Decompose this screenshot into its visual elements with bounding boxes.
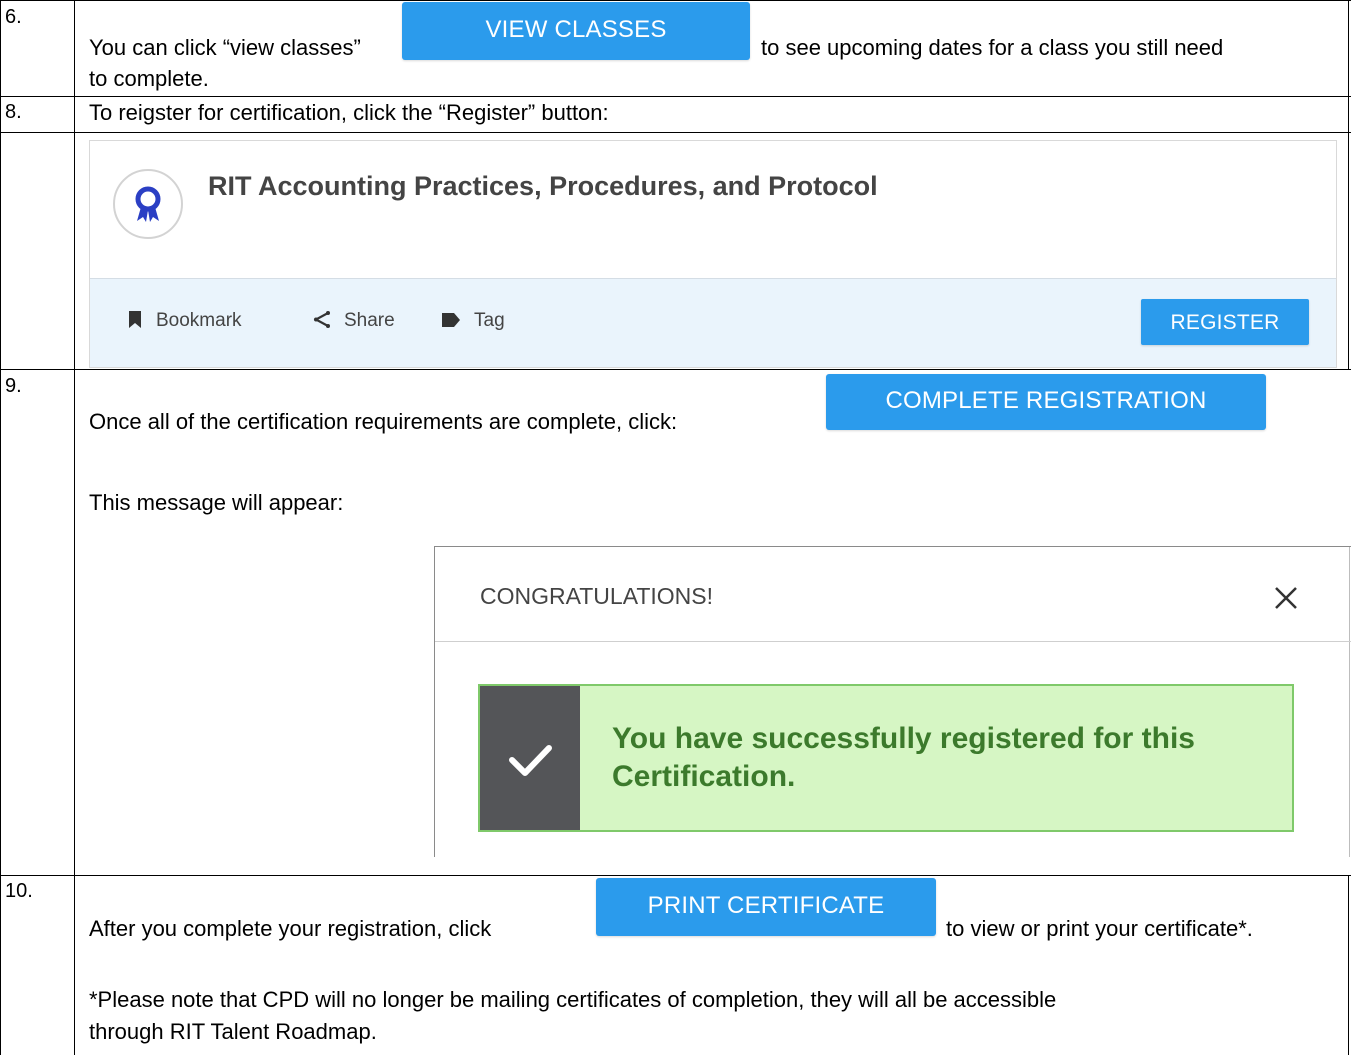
success-message: You have successfully registered for thi… (612, 720, 1195, 796)
button-label: REGISTER (1170, 311, 1280, 334)
step-text: To reigster for certification, click the… (89, 100, 609, 125)
step-number: 10. (5, 880, 33, 902)
register-button[interactable]: REGISTER (1141, 299, 1309, 345)
table-border-right (1348, 875, 1349, 1055)
row-divider (0, 96, 1351, 97)
complete-registration-button[interactable]: COMPLETE REGISTRATION (826, 374, 1266, 430)
print-certificate-button[interactable]: PRINT CERTIFICATE (596, 878, 936, 936)
column-divider (74, 0, 75, 1055)
table-border-top (0, 0, 1351, 1)
bookmark-action[interactable]: Bookmark (128, 310, 242, 332)
tag-icon (442, 313, 460, 327)
button-label: COMPLETE REGISTRATION (885, 387, 1207, 414)
row-divider (0, 875, 1351, 876)
close-icon[interactable] (1271, 583, 1301, 613)
certification-title: RIT Accounting Practices, Procedures, an… (208, 171, 878, 201)
table-border-left (0, 0, 1, 1055)
step-text: This message will appear: (89, 490, 344, 515)
button-label: VIEW CLASSES (485, 16, 667, 43)
step-number: 6. (5, 6, 22, 28)
dialog-border (1349, 547, 1350, 857)
success-message-line: Certification. (612, 760, 796, 793)
certification-ribbon-icon (113, 169, 183, 239)
step-text: Once all of the certification requiremen… (89, 409, 678, 434)
bookmark-icon (129, 311, 141, 328)
step-number: 8. (5, 101, 22, 123)
button-label: PRINT CERTIFICATE (647, 892, 885, 919)
step-note: through RIT Talent Roadmap. (89, 1019, 377, 1044)
dialog-divider (435, 641, 1351, 642)
instruction-table: 6. You can click “view classes” VIEW CLA… (0, 0, 1351, 1055)
congratulations-dialog: CONGRATULATIONS! You have successfully r… (434, 546, 1351, 857)
bookmark-label: Bookmark (156, 310, 242, 331)
row-divider (0, 369, 1351, 370)
step-text: to complete. (89, 66, 209, 91)
success-message-line: You have successfully registered for thi… (612, 722, 1195, 755)
step-note: *Please note that CPD will no longer be … (89, 987, 1057, 1012)
tag-action[interactable]: Tag (442, 310, 505, 332)
row-divider (0, 132, 1351, 133)
step-text: After you complete your registration, cl… (89, 916, 492, 941)
step-number: 9. (5, 375, 22, 397)
table-border-right (1348, 0, 1349, 369)
step-text: to view or print your certificate*. (946, 916, 1253, 941)
step-text: to see upcoming dates for a class you st… (761, 35, 1224, 60)
share-icon (313, 311, 330, 328)
checkmark-icon (480, 686, 580, 830)
certification-card: RIT Accounting Practices, Procedures, an… (89, 140, 1337, 368)
step-text: You can click “view classes” (89, 35, 361, 60)
view-classes-button[interactable]: VIEW CLASSES (402, 2, 750, 60)
card-action-bar: Bookmark Share Tag REGISTER (90, 278, 1336, 367)
share-action[interactable]: Share (313, 310, 395, 332)
dialog-title: CONGRATULATIONS! (480, 583, 713, 609)
share-label: Share (344, 310, 395, 331)
success-alert: You have successfully registered for thi… (478, 684, 1294, 832)
tag-label: Tag (474, 310, 505, 331)
